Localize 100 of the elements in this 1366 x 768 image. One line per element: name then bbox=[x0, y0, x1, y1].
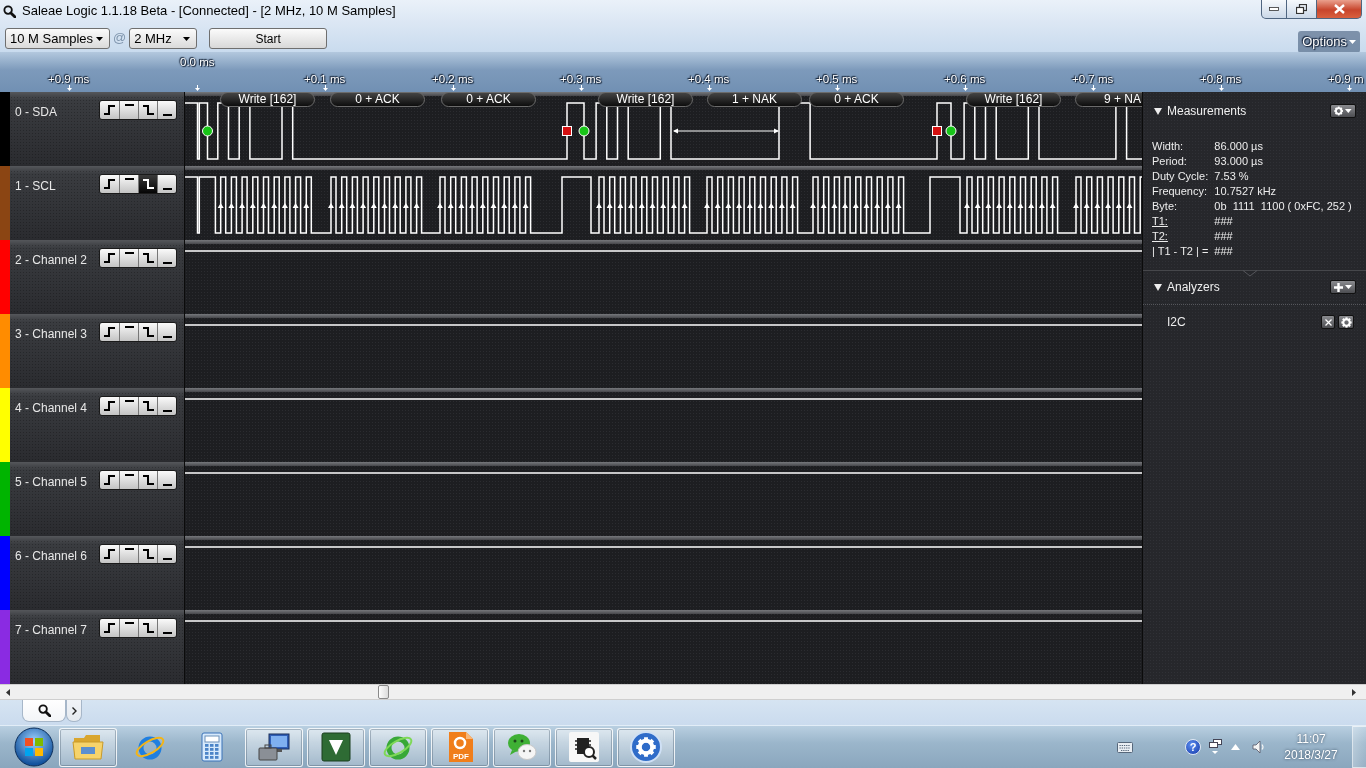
low-level-trigger-button[interactable] bbox=[157, 397, 176, 415]
channel-name: 0 - SDA bbox=[15, 104, 58, 121]
low-level-trigger-button[interactable] bbox=[157, 323, 176, 341]
disclosure-triangle-icon[interactable] bbox=[1154, 283, 1162, 291]
sample-count-dropdown[interactable]: 10 M Samples bbox=[5, 28, 110, 49]
measurement-value: ### bbox=[1214, 229, 1234, 244]
sample-rate-dropdown[interactable]: 2 MHz bbox=[129, 28, 198, 49]
settings-dropdown-button[interactable] bbox=[1330, 104, 1356, 118]
splitter-notch-icon bbox=[1243, 270, 1257, 277]
falling-edge-trigger-button[interactable] bbox=[138, 545, 157, 563]
time-tick-label: +0.7 ms bbox=[1072, 73, 1114, 86]
high-level-trigger-button[interactable] bbox=[119, 249, 138, 267]
speaker-icon[interactable] bbox=[1252, 740, 1266, 754]
falling-edge-trigger-button[interactable] bbox=[138, 619, 157, 637]
falling-edge-icon bbox=[142, 401, 154, 411]
low-level-trigger-button[interactable] bbox=[157, 249, 176, 267]
section-title: Measurements bbox=[1167, 103, 1247, 120]
plus-icon bbox=[1334, 282, 1343, 292]
rising-edge-trigger-button[interactable] bbox=[100, 101, 119, 119]
close-icon bbox=[1333, 4, 1345, 14]
dot-marker-icon bbox=[945, 125, 957, 137]
disclosure-triangle-icon[interactable] bbox=[1154, 107, 1162, 115]
scrollbar-thumb[interactable] bbox=[378, 685, 389, 699]
rising-edge-trigger-button[interactable] bbox=[100, 249, 119, 267]
chevron-right-icon bbox=[71, 706, 77, 715]
high-level-trigger-button[interactable] bbox=[119, 471, 138, 489]
falling-edge-trigger-button[interactable] bbox=[138, 175, 157, 193]
time-tick-label: +0.2 ms bbox=[432, 73, 474, 86]
falling-edge-trigger-button[interactable] bbox=[138, 323, 157, 341]
chat-bubbles-icon bbox=[506, 732, 538, 762]
taskbar-app-button[interactable] bbox=[555, 727, 613, 767]
low-level-trigger-button[interactable] bbox=[157, 619, 176, 637]
taskbar-app-button[interactable] bbox=[307, 727, 365, 767]
clock-time: 11:07 bbox=[1296, 731, 1326, 747]
minimize-button[interactable] bbox=[1261, 0, 1287, 19]
rising-edge-icon bbox=[104, 549, 115, 559]
square-marker-icon bbox=[932, 126, 942, 136]
close-button[interactable] bbox=[1317, 0, 1362, 19]
measurement-value: 7.53 % bbox=[1214, 169, 1250, 184]
falling-edge-icon bbox=[142, 549, 154, 559]
rising-edge-icon bbox=[104, 475, 115, 485]
high-level-trigger-button[interactable] bbox=[119, 175, 138, 193]
search-tab[interactable] bbox=[22, 700, 66, 722]
falling-edge-trigger-button[interactable] bbox=[138, 397, 157, 415]
at-sign: @ bbox=[113, 29, 127, 47]
rising-edge-trigger-button[interactable] bbox=[100, 545, 119, 563]
tick-arrow-icon bbox=[834, 85, 841, 91]
high-level-trigger-button[interactable] bbox=[119, 619, 138, 637]
low-level-trigger-button[interactable] bbox=[157, 101, 176, 119]
analyzer-settings-button[interactable] bbox=[1338, 315, 1354, 329]
remove-analyzer-button[interactable] bbox=[1321, 315, 1335, 329]
tick-arrow-icon bbox=[194, 85, 201, 91]
low-level-trigger-button[interactable] bbox=[157, 471, 176, 489]
rising-edge-trigger-button[interactable] bbox=[100, 471, 119, 489]
high-level-trigger-button[interactable] bbox=[119, 545, 138, 563]
time-tick-label: +0.5 ms bbox=[816, 73, 858, 86]
help-icon[interactable]: ? bbox=[1185, 739, 1201, 755]
high-level-trigger-button[interactable] bbox=[119, 101, 138, 119]
falling-edge-icon bbox=[142, 105, 154, 115]
keyboard-icon[interactable] bbox=[1117, 741, 1133, 753]
horizontal-scrollbar[interactable] bbox=[0, 684, 1366, 700]
tick-arrow-icon bbox=[450, 85, 457, 91]
tick-arrow-icon bbox=[1090, 85, 1097, 91]
start-button[interactable] bbox=[12, 726, 56, 768]
measurement-value: 10.7527 kHz bbox=[1214, 184, 1278, 199]
falling-edge-trigger-button[interactable] bbox=[138, 249, 157, 267]
add-dropdown-button[interactable] bbox=[1330, 280, 1356, 294]
time-tick-label: +0.1 ms bbox=[304, 73, 346, 86]
flag-orb-icon bbox=[14, 727, 54, 767]
taskbar-app-button[interactable] bbox=[245, 727, 303, 767]
falling-edge-trigger-button[interactable] bbox=[138, 101, 157, 119]
high-level-trigger-button[interactable] bbox=[119, 323, 138, 341]
tick-arrow-icon bbox=[66, 85, 73, 91]
time-tick-label: +0.9 ms bbox=[48, 73, 90, 86]
rising-edge-trigger-button[interactable] bbox=[100, 619, 119, 637]
clock-date: 2018/3/27 bbox=[1284, 747, 1338, 763]
restore-button[interactable] bbox=[1287, 0, 1317, 19]
measurement-link[interactable]: T2: bbox=[1152, 229, 1209, 244]
left-arrow-icon bbox=[6, 688, 10, 696]
low-level-trigger-button[interactable] bbox=[157, 545, 176, 563]
falling-edge-icon bbox=[142, 327, 154, 337]
high-level-trigger-button[interactable] bbox=[119, 397, 138, 415]
dot-marker-icon bbox=[202, 125, 213, 137]
more-tab[interactable] bbox=[66, 700, 82, 722]
stacked-windows-icon[interactable] bbox=[1209, 739, 1222, 755]
rising-edge-trigger-button[interactable] bbox=[100, 323, 119, 341]
start-button[interactable]: Start bbox=[209, 28, 328, 49]
low-level-trigger-button[interactable] bbox=[157, 175, 176, 193]
square-marker-icon bbox=[562, 126, 572, 136]
rising-edge-icon bbox=[104, 179, 115, 189]
tick-arrow-icon bbox=[578, 85, 585, 91]
measurement-value: 86.000 µs bbox=[1214, 139, 1264, 154]
rising-edge-trigger-button[interactable] bbox=[100, 175, 119, 193]
rising-edge-trigger-button[interactable] bbox=[100, 397, 119, 415]
analyzer-name: I2C bbox=[1167, 314, 1186, 331]
close-icon bbox=[1324, 318, 1332, 326]
rising-edge-icon bbox=[104, 401, 115, 411]
falling-edge-trigger-button[interactable] bbox=[138, 471, 157, 489]
measurement-link[interactable]: T1: bbox=[1152, 214, 1209, 229]
protocol-frame-label: 1 + NAK bbox=[707, 92, 802, 107]
